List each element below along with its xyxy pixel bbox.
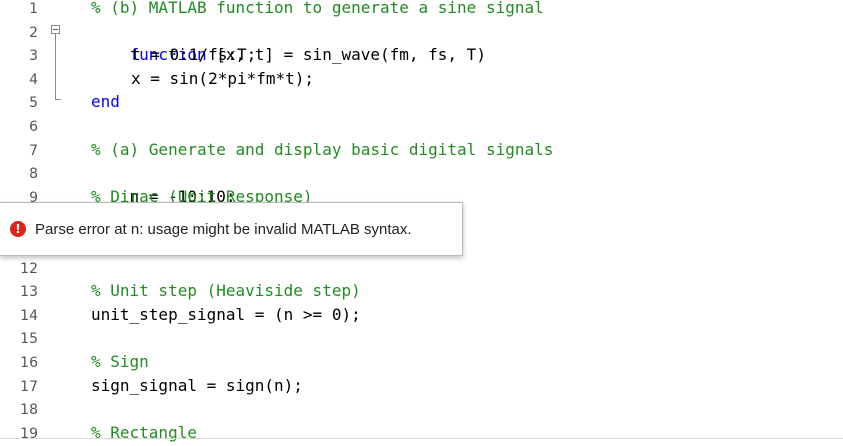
code-line-time-vector[interactable]: t = 0:1/fs:T; — [91, 43, 256, 67]
line-number: 3 — [29, 48, 38, 65]
line-number: 17 — [20, 378, 38, 395]
line-number: 16 — [20, 355, 38, 371]
code-line-sine[interactable]: x = sin(2*pi*fm*t); — [91, 67, 314, 91]
line-number: 4 — [29, 71, 38, 88]
code-line-n-range[interactable]: n = -10:10; — [91, 161, 236, 206]
code-line-comment[interactable]: % Unit step (Heaviside step) — [91, 279, 361, 303]
code-fold-toggle[interactable] — [51, 25, 60, 34]
editor-bottom-divider — [0, 438, 843, 439]
line-number: 2 — [29, 24, 38, 41]
line-number: 15 — [20, 331, 38, 348]
code-line-sign[interactable]: sign_signal = sign(n); — [91, 374, 303, 398]
code-line-comment[interactable]: % Sign — [91, 350, 149, 374]
line-number: 12 — [20, 260, 38, 277]
keyword-end[interactable]: end — [91, 90, 120, 114]
line-number: 5 — [29, 95, 38, 112]
line-number: 1 — [29, 1, 38, 17]
code-line-unit-step[interactable]: unit_step_signal = (n >= 0); — [91, 303, 361, 327]
error-message: Parse error at n: usage might be invalid… — [35, 220, 412, 238]
line-number: 6 — [29, 119, 38, 135]
line-number: 8 — [29, 166, 38, 183]
line-number: 7 — [29, 142, 38, 159]
code-line-comment[interactable]: % (b) MATLAB function to generate a sine… — [91, 0, 544, 20]
error-tooltip: ! Parse error at n: usage might be inval… — [0, 202, 463, 256]
fold-guide-line — [55, 34, 56, 100]
code-line-comment[interactable]: % (a) Generate and display basic digital… — [91, 138, 553, 162]
line-number: 18 — [20, 402, 38, 419]
fold-guide-end — [55, 99, 61, 100]
line-number: 14 — [20, 307, 38, 324]
code-line-function-signature[interactable]: function [x, t] = sin_wave(fm, fs, T) — [91, 20, 486, 64]
code-line-comment[interactable]: % Rectangle — [91, 421, 197, 445]
error-icon: ! — [10, 221, 26, 237]
line-number: 13 — [20, 284, 38, 301]
